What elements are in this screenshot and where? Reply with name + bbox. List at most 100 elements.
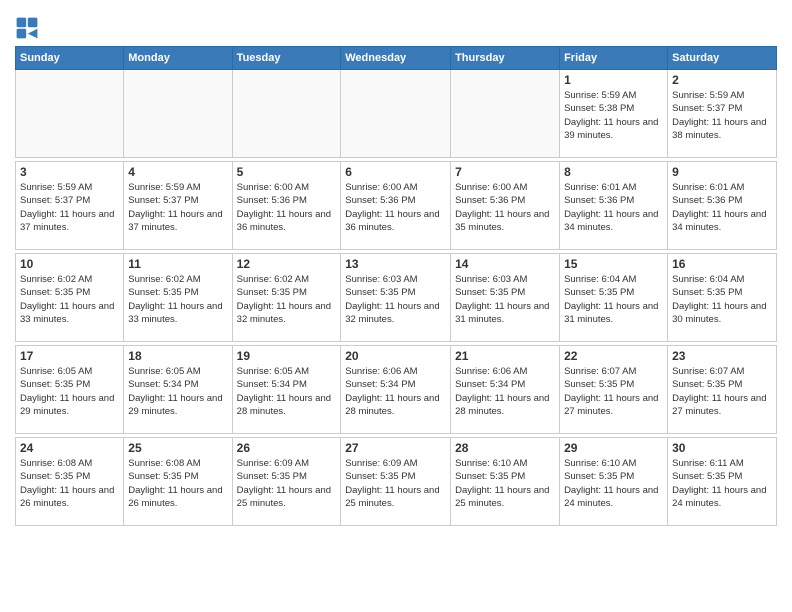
day-info: Sunrise: 6:09 AM Sunset: 5:35 PM Dayligh… xyxy=(345,457,446,510)
day-number: 22 xyxy=(564,349,663,363)
day-info: Sunrise: 6:01 AM Sunset: 5:36 PM Dayligh… xyxy=(672,181,772,234)
day-info: Sunrise: 6:03 AM Sunset: 5:35 PM Dayligh… xyxy=(455,273,555,326)
calendar-cell: 17 Sunrise: 6:05 AM Sunset: 5:35 PM Dayli… xyxy=(16,346,124,434)
calendar-cell: 6 Sunrise: 6:00 AM Sunset: 5:36 PM Daylig… xyxy=(341,162,451,250)
day-info: Sunrise: 6:00 AM Sunset: 5:36 PM Dayligh… xyxy=(345,181,446,234)
day-number: 7 xyxy=(455,165,555,179)
calendar-cell: 9 Sunrise: 6:01 AM Sunset: 5:36 PM Daylig… xyxy=(668,162,777,250)
day-info: Sunrise: 6:10 AM Sunset: 5:35 PM Dayligh… xyxy=(564,457,663,510)
day-info: Sunrise: 6:05 AM Sunset: 5:34 PM Dayligh… xyxy=(237,365,337,418)
page: SundayMondayTuesdayWednesdayThursdayFrid… xyxy=(0,0,792,536)
day-number: 3 xyxy=(20,165,119,179)
calendar-cell: 19Sunrise: 6:05 AM Sunset: 5:34 PM Dayli… xyxy=(232,346,341,434)
day-info: Sunrise: 6:00 AM Sunset: 5:36 PM Dayligh… xyxy=(455,181,555,234)
calendar-cell: 29 Sunrise: 6:10 AM Sunset: 5:35 PM Dayli… xyxy=(560,438,668,526)
calendar-cell: 11Sunrise: 6:02 AM Sunset: 5:35 PM Dayli… xyxy=(124,254,232,342)
calendar-week-3: 10 Sunrise: 6:02 AM Sunset: 5:35 PM Dayli… xyxy=(16,254,777,342)
day-number: 9 xyxy=(672,165,772,179)
day-number: 13 xyxy=(345,257,446,271)
day-info: Sunrise: 6:02 AM Sunset: 5:35 PM Dayligh… xyxy=(20,273,119,326)
calendar-cell: 5 Sunrise: 6:00 AM Sunset: 5:36 PM Daylig… xyxy=(232,162,341,250)
col-header-monday: Monday xyxy=(124,47,232,70)
calendar-cell: 22 Sunrise: 6:07 AM Sunset: 5:35 PM Dayli… xyxy=(560,346,668,434)
day-info: Sunrise: 6:10 AM Sunset: 5:35 PM Dayligh… xyxy=(455,457,555,510)
col-header-sunday: Sunday xyxy=(16,47,124,70)
calendar-week-5: 24 Sunrise: 6:08 AM Sunset: 5:35 PM Dayli… xyxy=(16,438,777,526)
calendar-cell: 30 Sunrise: 6:11 AM Sunset: 5:35 PM Dayli… xyxy=(668,438,777,526)
calendar-cell xyxy=(232,70,341,158)
calendar-cell: 25 Sunrise: 6:08 AM Sunset: 5:35 PM Dayli… xyxy=(124,438,232,526)
calendar-cell: 26 Sunrise: 6:09 AM Sunset: 5:35 PM Dayli… xyxy=(232,438,341,526)
calendar-cell: 14 Sunrise: 6:03 AM Sunset: 5:35 PM Dayli… xyxy=(451,254,560,342)
day-number: 20 xyxy=(345,349,446,363)
col-header-wednesday: Wednesday xyxy=(341,47,451,70)
day-info: Sunrise: 6:08 AM Sunset: 5:35 PM Dayligh… xyxy=(128,457,227,510)
day-number: 17 xyxy=(20,349,119,363)
day-number: 8 xyxy=(564,165,663,179)
calendar-cell: 13 Sunrise: 6:03 AM Sunset: 5:35 PM Dayli… xyxy=(341,254,451,342)
calendar-cell: 23Sunrise: 6:07 AM Sunset: 5:35 PM Dayli… xyxy=(668,346,777,434)
day-number: 12 xyxy=(237,257,337,271)
calendar-cell: 8 Sunrise: 6:01 AM Sunset: 5:36 PM Daylig… xyxy=(560,162,668,250)
day-info: Sunrise: 5:59 AM Sunset: 5:38 PM Dayligh… xyxy=(564,89,663,142)
logo xyxy=(15,16,43,40)
day-number: 5 xyxy=(237,165,337,179)
day-number: 18 xyxy=(128,349,227,363)
day-info: Sunrise: 6:06 AM Sunset: 5:34 PM Dayligh… xyxy=(455,365,555,418)
day-info: Sunrise: 6:00 AM Sunset: 5:36 PM Dayligh… xyxy=(237,181,337,234)
calendar-cell: 7 Sunrise: 6:00 AM Sunset: 5:36 PM Daylig… xyxy=(451,162,560,250)
calendar-cell: 10 Sunrise: 6:02 AM Sunset: 5:35 PM Dayli… xyxy=(16,254,124,342)
calendar-cell: 12 Sunrise: 6:02 AM Sunset: 5:35 PM Dayli… xyxy=(232,254,341,342)
calendar-cell: 16Sunrise: 6:04 AM Sunset: 5:35 PM Dayli… xyxy=(668,254,777,342)
calendar-cell: 1 Sunrise: 5:59 AM Sunset: 5:38 PM Daylig… xyxy=(560,70,668,158)
day-number: 1 xyxy=(564,73,663,87)
day-number: 10 xyxy=(20,257,119,271)
calendar-cell: 4 Sunrise: 5:59 AM Sunset: 5:37 PM Daylig… xyxy=(124,162,232,250)
calendar-week-4: 17 Sunrise: 6:05 AM Sunset: 5:35 PM Dayli… xyxy=(16,346,777,434)
day-number: 29 xyxy=(564,441,663,455)
day-info: Sunrise: 6:06 AM Sunset: 5:34 PM Dayligh… xyxy=(345,365,446,418)
day-info: Sunrise: 6:05 AM Sunset: 5:35 PM Dayligh… xyxy=(20,365,119,418)
day-info: Sunrise: 6:05 AM Sunset: 5:34 PM Dayligh… xyxy=(128,365,227,418)
logo-icon xyxy=(15,16,39,40)
day-info: Sunrise: 6:02 AM Sunset: 5:35 PM Dayligh… xyxy=(237,273,337,326)
day-number: 14 xyxy=(455,257,555,271)
col-header-thursday: Thursday xyxy=(451,47,560,70)
day-info: Sunrise: 6:09 AM Sunset: 5:35 PM Dayligh… xyxy=(237,457,337,510)
calendar-cell: 18 Sunrise: 6:05 AM Sunset: 5:34 PM Dayli… xyxy=(124,346,232,434)
day-info: Sunrise: 6:07 AM Sunset: 5:35 PM Dayligh… xyxy=(564,365,663,418)
day-number: 4 xyxy=(128,165,227,179)
day-number: 25 xyxy=(128,441,227,455)
day-number: 11 xyxy=(128,257,227,271)
day-info: Sunrise: 6:11 AM Sunset: 5:35 PM Dayligh… xyxy=(672,457,772,510)
day-number: 30 xyxy=(672,441,772,455)
day-number: 24 xyxy=(20,441,119,455)
day-number: 26 xyxy=(237,441,337,455)
day-number: 2 xyxy=(672,73,772,87)
day-number: 27 xyxy=(345,441,446,455)
col-header-friday: Friday xyxy=(560,47,668,70)
calendar-cell xyxy=(451,70,560,158)
day-info: Sunrise: 6:04 AM Sunset: 5:35 PM Dayligh… xyxy=(564,273,663,326)
calendar-cell: 20 Sunrise: 6:06 AM Sunset: 5:34 PM Dayli… xyxy=(341,346,451,434)
day-number: 6 xyxy=(345,165,446,179)
day-info: Sunrise: 5:59 AM Sunset: 5:37 PM Dayligh… xyxy=(128,181,227,234)
col-header-tuesday: Tuesday xyxy=(232,47,341,70)
calendar-cell: 3Sunrise: 5:59 AM Sunset: 5:37 PM Daylig… xyxy=(16,162,124,250)
calendar-table: SundayMondayTuesdayWednesdayThursdayFrid… xyxy=(15,46,777,526)
day-info: Sunrise: 6:01 AM Sunset: 5:36 PM Dayligh… xyxy=(564,181,663,234)
calendar-cell: 2Sunrise: 5:59 AM Sunset: 5:37 PM Daylig… xyxy=(668,70,777,158)
day-info: Sunrise: 6:04 AM Sunset: 5:35 PM Dayligh… xyxy=(672,273,772,326)
day-info: Sunrise: 6:03 AM Sunset: 5:35 PM Dayligh… xyxy=(345,273,446,326)
calendar-week-2: 3 Sunrise: 5:59 AM Sunset: 5:37 PM Daylig… xyxy=(16,162,777,250)
calendar-cell: 28Sunrise: 6:10 AM Sunset: 5:35 PM Dayli… xyxy=(451,438,560,526)
header xyxy=(15,10,777,40)
day-info: Sunrise: 6:07 AM Sunset: 5:35 PM Dayligh… xyxy=(672,365,772,418)
day-number: 21 xyxy=(455,349,555,363)
day-info: Sunrise: 6:08 AM Sunset: 5:35 PM Dayligh… xyxy=(20,457,119,510)
calendar-header-row: SundayMondayTuesdayWednesdayThursdayFrid… xyxy=(16,47,777,70)
calendar-cell xyxy=(124,70,232,158)
col-header-saturday: Saturday xyxy=(668,47,777,70)
calendar-cell xyxy=(341,70,451,158)
calendar-cell: 21 Sunrise: 6:06 AM Sunset: 5:34 PM Dayli… xyxy=(451,346,560,434)
